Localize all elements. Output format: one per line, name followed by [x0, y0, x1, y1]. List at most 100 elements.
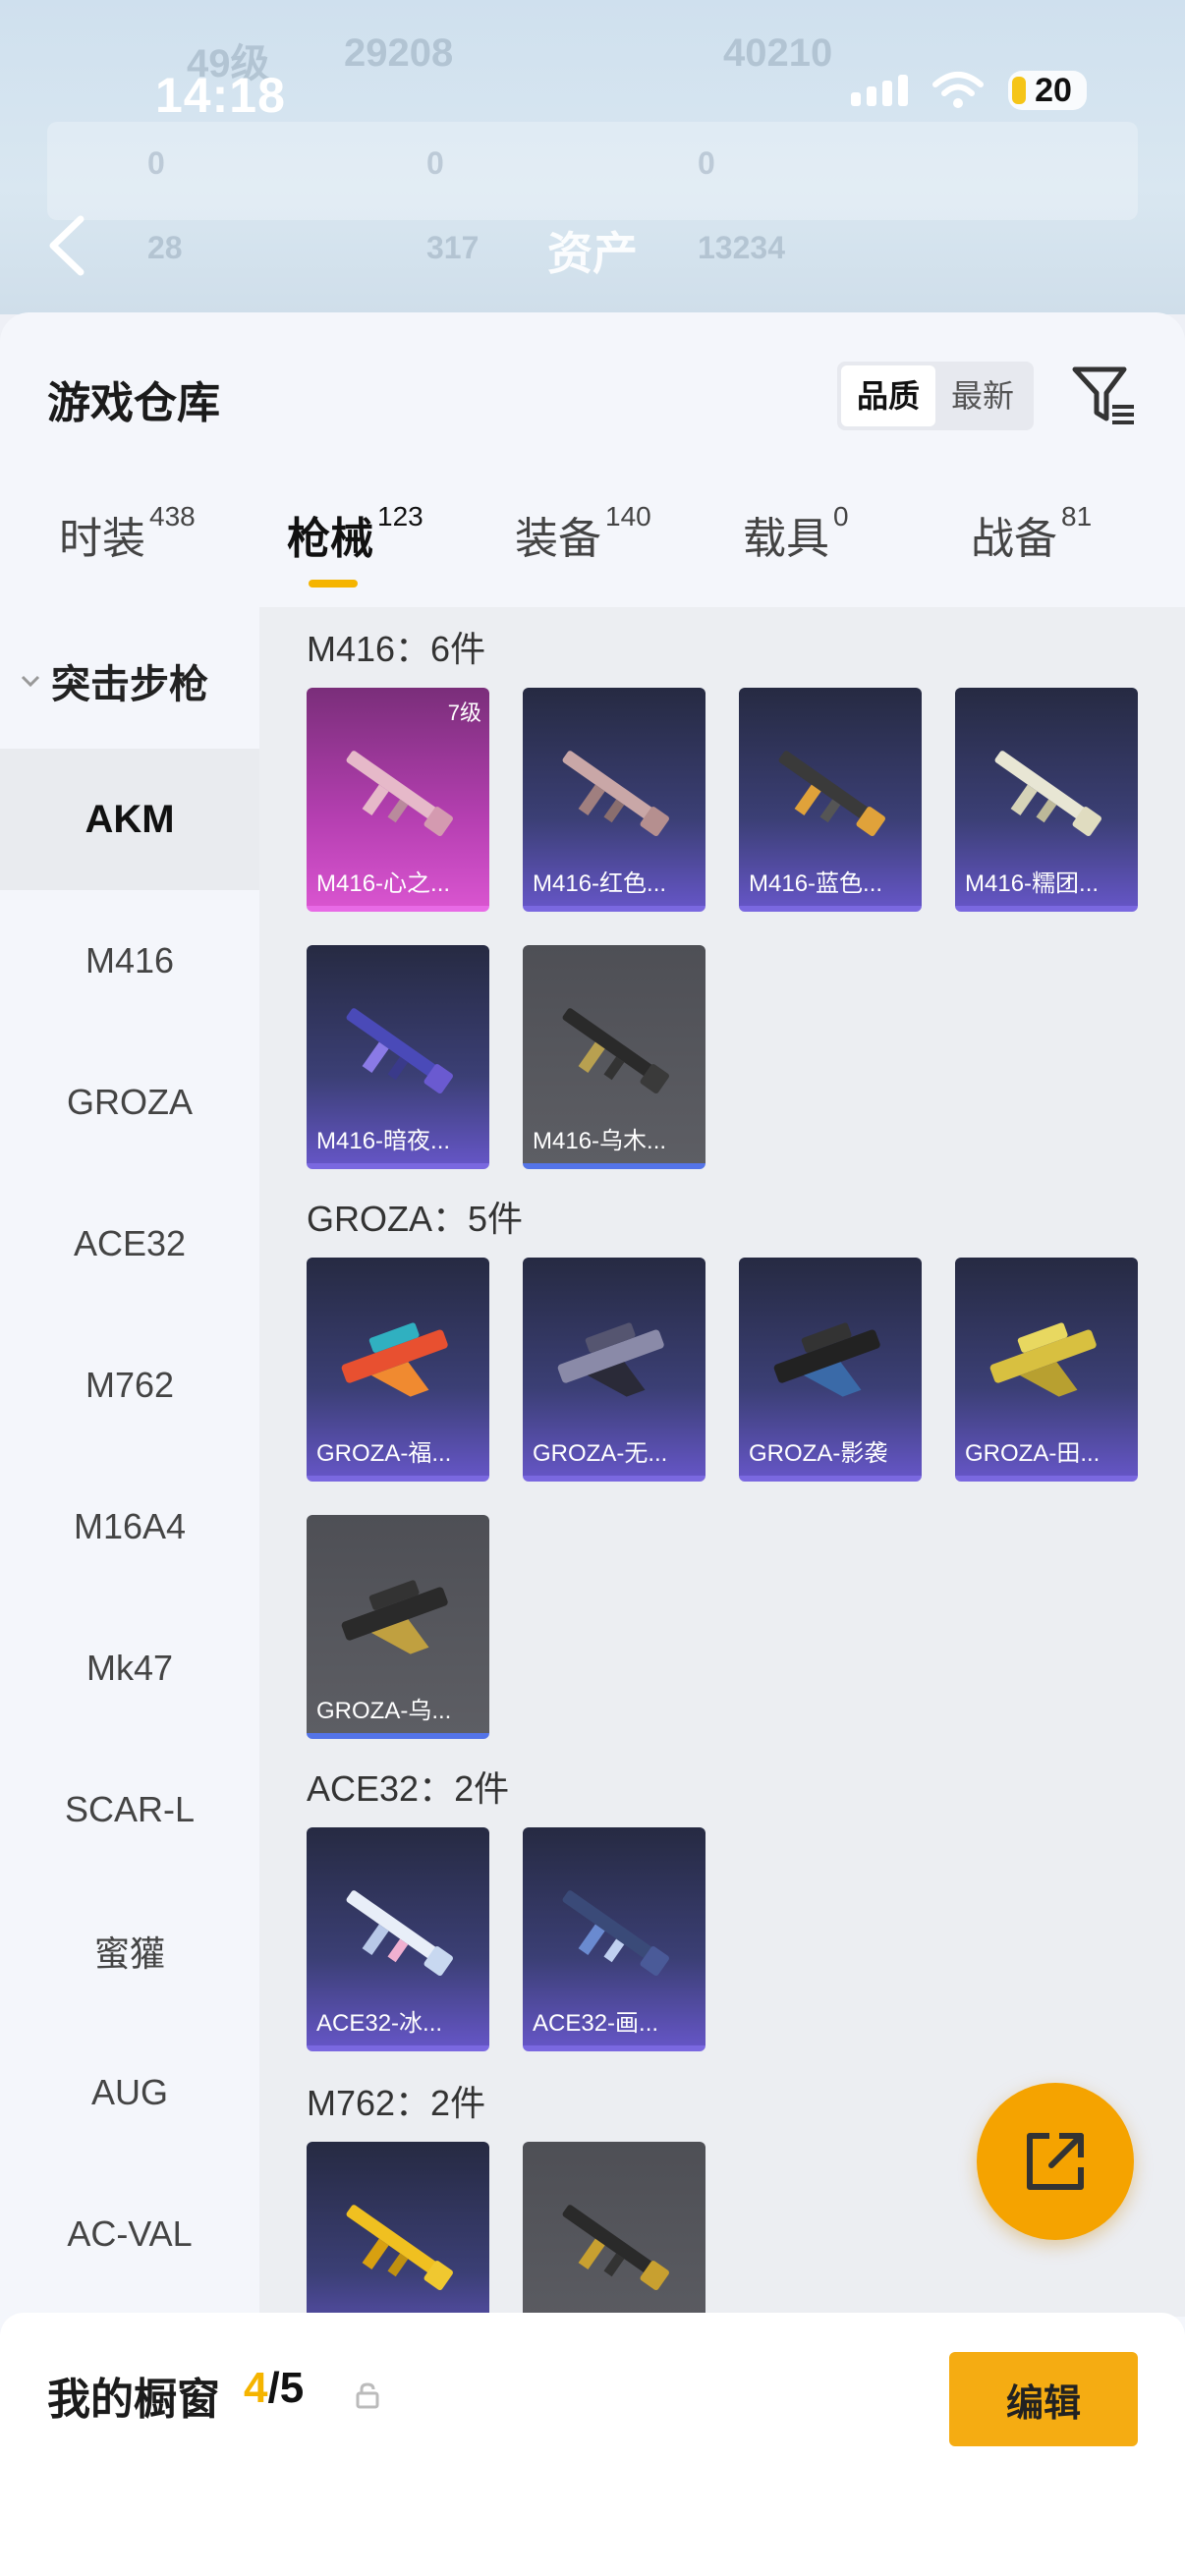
header-coins: 29208 [344, 31, 454, 75]
showcase-current: 4 [244, 2364, 268, 2412]
weapon-name: M416-暗夜... [316, 1128, 451, 1154]
rifle-icon [562, 1890, 669, 1976]
tab-equipment[interactable]: 装备 140 [515, 501, 651, 566]
signal-icon [851, 75, 908, 106]
tab-count: 0 [833, 501, 849, 532]
weapon-tile[interactable] [307, 2142, 489, 2317]
sidebar-item-aug[interactable]: AUG [0, 2022, 259, 2163]
showcase-label: 我的橱窗 [47, 2376, 220, 2424]
tab-label: 装备 [515, 515, 601, 563]
weapon-tile[interactable]: M416-暗夜... [307, 945, 489, 1169]
tab-firearms[interactable]: 枪械 123 [287, 501, 423, 566]
sort-quality-button[interactable]: 品质 [841, 365, 936, 426]
edit-button[interactable]: 编辑 [949, 2352, 1138, 2446]
weapon-name: M416-心之... [316, 870, 451, 897]
weapon-tile[interactable]: GROZA-影袭 [739, 1258, 922, 1482]
bullpup-rifle-icon [989, 1322, 1097, 1397]
rifle-icon [562, 2205, 669, 2290]
weapon-name: ACE32-冰... [316, 2010, 443, 2037]
header-stats-row [47, 122, 1138, 220]
bullpup-rifle-icon [557, 1322, 664, 1397]
weapon-name: M416-蓝色... [749, 870, 883, 897]
sidebar-item-m16a4[interactable]: M16A4 [0, 1456, 259, 1597]
battery-icon: 20 [1008, 71, 1087, 110]
active-tab-indicator [309, 580, 358, 588]
sidebar-item-ace32[interactable]: ACE32 [0, 1173, 259, 1315]
weapon-tile[interactable]: ACE32-冰... [307, 1827, 489, 2051]
weapon-name: M416-红色... [533, 870, 667, 897]
weapon-name: M416-乌木... [533, 1128, 667, 1154]
weapon-name: GROZA-影袭 [749, 1440, 888, 1467]
weapon-sidebar: 突击步枪 AKM M416 GROZA ACE32 M762 M16A4 Mk4… [0, 607, 259, 2576]
header-points: 40210 [723, 31, 833, 75]
rifle-icon [346, 751, 453, 836]
weapon-grid: M416：6件 7级 M416-心之... M416-红色... M416-蓝色… [259, 607, 1185, 2317]
status-icons: 20 [851, 71, 1087, 110]
sidebar-item-m762[interactable]: M762 [0, 1315, 259, 1456]
rifle-icon [562, 751, 669, 836]
share-button[interactable] [977, 2083, 1134, 2240]
sort-latest-button[interactable]: 最新 [935, 365, 1030, 426]
header-stat: 0 [698, 145, 715, 181]
sidebar-item-scar-l[interactable]: SCAR-L [0, 1739, 259, 1880]
tab-label: 载具 [743, 515, 829, 563]
sidebar-item-akm[interactable]: AKM [0, 749, 259, 890]
weapon-tile[interactable]: M416-蓝色... [739, 688, 922, 912]
header-stat: 0 [426, 145, 444, 181]
sidebar-item-honey-badger[interactable]: 蜜獾 [0, 1880, 259, 2022]
tab-count: 140 [605, 501, 651, 532]
weapon-name: ACE32-画... [533, 2010, 659, 2037]
weapon-tile[interactable]: ACE32-画... [523, 1827, 705, 2051]
bullpup-rifle-icon [341, 1580, 448, 1654]
tab-fashion[interactable]: 时装 438 [59, 501, 196, 566]
weapon-tile[interactable]: 7级 M416-心之... [307, 688, 489, 912]
tab-combat-gear[interactable]: 战备 81 [971, 501, 1093, 566]
wifi-icon [932, 72, 984, 108]
weapon-tile[interactable] [523, 2142, 705, 2317]
weapon-name: GROZA-乌... [316, 1698, 452, 1724]
weapon-name: GROZA-田... [965, 1440, 1100, 1467]
weapon-tile[interactable]: M416-红色... [523, 688, 705, 912]
tab-vehicles[interactable]: 载具 0 [743, 501, 849, 566]
rifle-icon [562, 1008, 669, 1093]
weapon-tile[interactable]: GROZA-田... [955, 1258, 1138, 1482]
category-tabs: 时装 438 枪械 123 装备 140 载具 0 战备 81 [0, 501, 1185, 601]
tab-label: 时装 [59, 515, 145, 563]
showcase-bar: 我的橱窗 4/5 编辑 [0, 2313, 1185, 2576]
tab-label: 枪械 [287, 515, 373, 563]
rifle-icon [346, 1890, 453, 1976]
weapon-tile[interactable]: M416-乌木... [523, 945, 705, 1169]
weapon-tile[interactable]: M416-糯团... [955, 688, 1138, 912]
group-title-m416: M416：6件 [307, 629, 486, 669]
rifle-icon [346, 2205, 453, 2290]
tab-count: 123 [377, 501, 423, 532]
sort-toggle: 品质 最新 [837, 362, 1035, 430]
header-stat: 0 [147, 145, 165, 181]
bullpup-rifle-icon [773, 1322, 880, 1397]
sidebar-item-m416[interactable]: M416 [0, 890, 259, 1032]
tab-count: 81 [1061, 501, 1093, 532]
sidebar-item-groza[interactable]: GROZA [0, 1032, 259, 1173]
group-title-m762: M762：2件 [307, 2083, 486, 2123]
filter-icon[interactable] [1071, 362, 1136, 430]
weapon-tile[interactable]: GROZA-乌... [307, 1515, 489, 1739]
group-title-groza: GROZA：5件 [307, 1199, 524, 1239]
sidebar-category-label: 突击步枪 [51, 663, 208, 706]
group-title-ace32: ACE32：2件 [307, 1768, 510, 1809]
weapon-name: GROZA-福... [316, 1440, 452, 1467]
bullpup-rifle-icon [341, 1322, 448, 1397]
sidebar-category-assault-rifle[interactable]: 突击步枪 [20, 652, 208, 709]
weapon-name: GROZA-无... [533, 1440, 668, 1467]
rifle-icon [994, 751, 1101, 836]
weapon-tile[interactable]: GROZA-无... [523, 1258, 705, 1482]
tab-count: 438 [149, 501, 196, 532]
status-time: 14:18 [155, 68, 286, 123]
page-title: 游戏仓库 [47, 379, 220, 427]
weapon-tile[interactable]: GROZA-福... [307, 1258, 489, 1482]
rifle-icon [778, 751, 885, 836]
share-icon [1027, 2133, 1084, 2190]
sidebar-item-ac-val[interactable]: AC-VAL [0, 2163, 259, 2305]
sidebar-item-mk47[interactable]: Mk47 [0, 1597, 259, 1739]
weapon-name: M416-糯团... [965, 870, 1100, 897]
nav-title: 资产 [547, 228, 638, 279]
